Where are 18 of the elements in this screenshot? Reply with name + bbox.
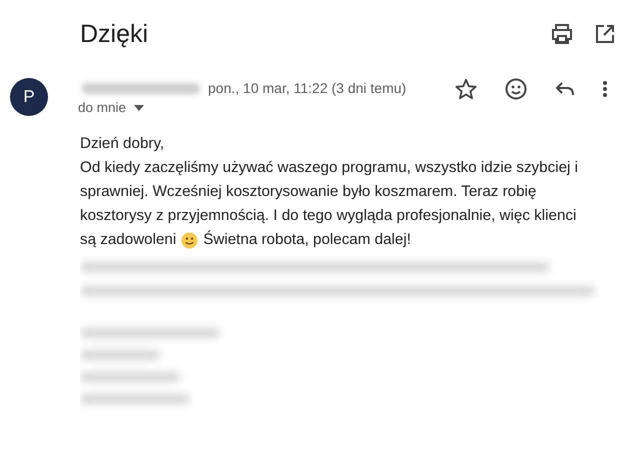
- star-icon[interactable]: [455, 78, 477, 100]
- recipient-label: do mnie: [78, 100, 126, 115]
- more-options-icon[interactable]: [603, 81, 607, 97]
- emoji-reaction-icon[interactable]: [505, 78, 527, 100]
- email-date: pon., 10 mar, 11:22 (3 dni temu): [208, 80, 406, 96]
- email-subject: Dzięki: [80, 20, 148, 48]
- reply-icon[interactable]: [555, 81, 575, 97]
- body-text-line: kosztorysy z przyjemnością. I do tego wygląda profesjonalnie, więc klienci: [80, 206, 576, 226]
- avatar: P: [10, 78, 48, 116]
- greeting-text: Dzień dobry,: [80, 134, 164, 154]
- body-text-line: sprawniej. Wcześniej kosztorysowanie było koszmarem. Teraz robię: [80, 182, 536, 202]
- print-icon[interactable]: [551, 24, 573, 44]
- body-text-line: Od kiedy zaczęliśmy używać waszego programu, wszystko idzie szybciej i: [80, 158, 578, 178]
- smiley-emoji-icon: [181, 232, 198, 248]
- dropdown-caret-icon[interactable]: [134, 104, 144, 110]
- open-in-new-window-icon[interactable]: [595, 24, 615, 44]
- body-text-line: są zadowoleni: [80, 230, 176, 250]
- body-text-line: Świetna robota, polecam dalej!: [203, 229, 411, 250]
